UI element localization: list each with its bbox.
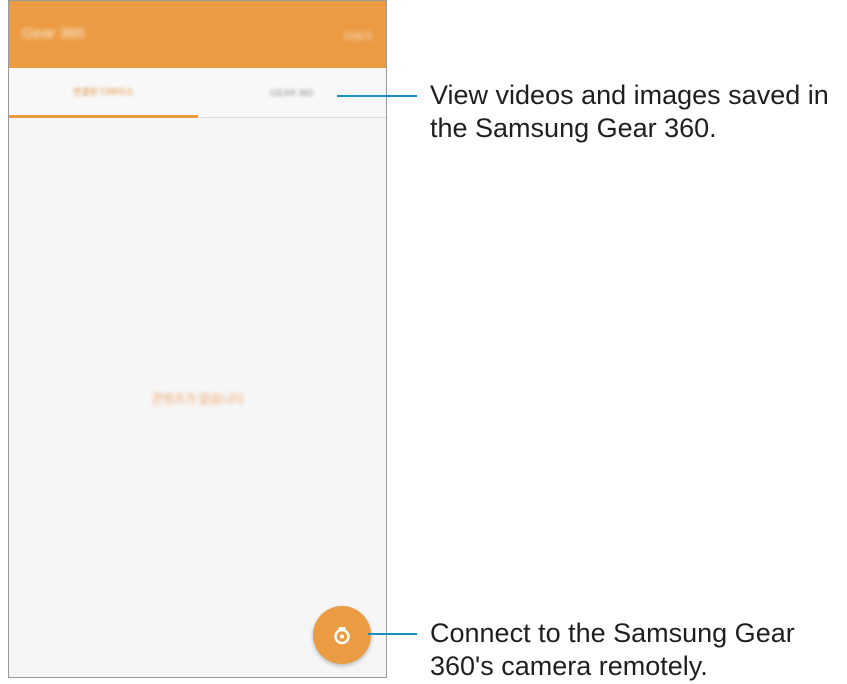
callout-camera: Connect to the Samsung Gear 360's camera… xyxy=(430,617,795,683)
more-button[interactable]: 더보기 xyxy=(344,28,372,43)
camera-icon xyxy=(334,627,350,645)
callout-line-videos xyxy=(337,95,417,97)
callout-line-text: the Samsung Gear 360. xyxy=(430,113,717,143)
callout-line-text: Connect to the Samsung Gear xyxy=(430,618,795,648)
tab-label: 연결된 디바이스 xyxy=(73,87,134,97)
callout-videos: View videos and images saved in the Sams… xyxy=(430,79,829,145)
app-bar: Gear 360 더보기 xyxy=(9,1,386,68)
tab-label: GEAR 360 xyxy=(270,88,314,98)
callout-line-camera xyxy=(368,633,417,635)
app-title: Gear 360 xyxy=(22,25,85,42)
callout-line-text: View videos and images saved in xyxy=(430,80,829,110)
callout-line-text: 360's camera remotely. xyxy=(430,651,708,681)
tab-connected-devices[interactable]: 연결된 디바이스 xyxy=(9,68,198,118)
phone-screen: Gear 360 더보기 연결된 디바이스 GEAR 360 콘텐츠가 없습니다 xyxy=(8,0,387,678)
empty-message: 콘텐츠가 없습니다 xyxy=(151,392,244,406)
camera-button[interactable] xyxy=(313,606,371,664)
tab-gear-360[interactable]: GEAR 360 xyxy=(198,68,387,118)
content-area: 콘텐츠가 없습니다 xyxy=(9,118,386,677)
tab-bar: 연결된 디바이스 GEAR 360 xyxy=(9,68,386,118)
